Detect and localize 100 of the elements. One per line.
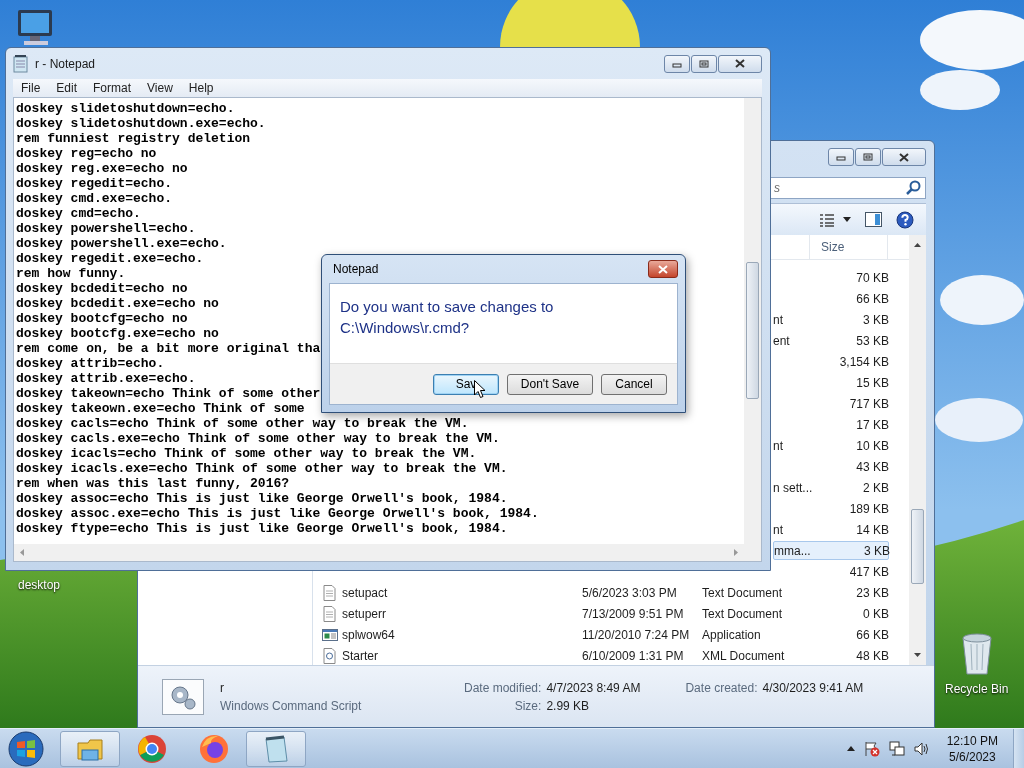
preview-pane-icon[interactable] [865, 212, 882, 227]
file-size: 14 KB [855, 522, 889, 537]
code-line: doskey attrib.exe=echo. [16, 371, 196, 386]
minimize-button[interactable] [664, 54, 690, 73]
code-line: doskey icacls=echo Think of some other way to break the VM. [16, 446, 477, 461]
volume-icon[interactable] [913, 740, 930, 757]
menu-item[interactable]: File [13, 81, 49, 95]
menu-item[interactable]: Help [180, 81, 222, 95]
code-line: doskey bootcfg.exe=echo no [16, 326, 219, 341]
file-type: Windows Command Script [220, 698, 363, 713]
code-line: doskey cmd.exe=echo. [16, 191, 173, 206]
detail-value: 2.99 KB [546, 698, 591, 713]
code-line: doskey icacls.exe=echo Think of some other way to break the VM. [16, 461, 508, 476]
scrollbar-thumb[interactable] [746, 262, 759, 399]
file-name: r [220, 680, 225, 695]
code-line: doskey assoc.exe=echo This is just like George Orwell's book, 1984. [16, 506, 539, 521]
detail-label: Date created: [685, 680, 758, 695]
clock-time: 12:10 PM [946, 732, 998, 749]
menu-item[interactable]: View [139, 81, 181, 95]
horizontal-scrollbar[interactable] [14, 544, 744, 561]
minimize-button[interactable] [828, 148, 854, 166]
scroll-down-icon[interactable] [914, 653, 921, 657]
selected-file-row[interactable]: mma... 3 KB [773, 541, 889, 560]
code-line: doskey takeown=echo Think of some other [16, 386, 321, 401]
close-button[interactable] [648, 260, 678, 278]
file-size: 48 KB [855, 648, 889, 663]
file-size: 66 KB [855, 627, 889, 642]
detail-value: 4/7/2023 8:49 AM [546, 680, 641, 695]
file-name: Starter [342, 648, 378, 663]
search-field[interactable]: s [770, 177, 926, 199]
notepad-taskbar-button[interactable] [246, 730, 306, 767]
file-size: 70 KB [855, 270, 889, 285]
column-header[interactable]: Size [809, 235, 888, 259]
close-button[interactable] [718, 54, 762, 73]
date-modified: 5/6/2023 3:03 PM [582, 585, 678, 600]
code-line: doskey slidetoshutdown.exe=echo. [16, 116, 266, 131]
network-icon[interactable] [888, 740, 905, 757]
file-type: nt [773, 438, 784, 453]
vertical-scrollbar[interactable] [909, 235, 926, 665]
code-line: doskey regedit=echo. [16, 176, 173, 191]
code-line: doskey reg.exe=echo no [16, 161, 188, 176]
maximize-button[interactable] [855, 148, 881, 166]
scroll-left-icon[interactable] [20, 549, 24, 556]
show-hidden-icons-caret[interactable] [846, 746, 855, 751]
close-icon [734, 59, 746, 68]
firefox-icon [198, 732, 230, 765]
code-line: doskey bcdedit=echo no [16, 281, 188, 296]
file-size: 717 KB [848, 396, 889, 411]
code-line: doskey takeown.exe=echo Think of some [16, 401, 305, 416]
clock-date: 5/6/2023 [948, 748, 996, 765]
file-icon [322, 605, 338, 622]
action-center-flag-icon[interactable] [863, 740, 880, 757]
code-line: doskey regedit.exe=echo. [16, 251, 204, 266]
detail-value: 4/30/2023 9:41 AM [762, 680, 864, 695]
maximize-icon [863, 153, 873, 161]
view-list-icon[interactable] [819, 212, 835, 227]
file-size: 66 KB [855, 291, 889, 306]
scroll-right-icon[interactable] [734, 549, 738, 556]
file-size: 417 KB [848, 564, 889, 579]
mouse-cursor-icon [474, 380, 486, 399]
close-button[interactable] [882, 148, 926, 166]
file-type: nt [773, 312, 784, 327]
scrollbar-thumb[interactable] [911, 509, 924, 584]
file-size: 17 KB [855, 417, 889, 432]
explorer-taskbar-button[interactable] [60, 730, 120, 767]
file-name: splwow64 [342, 627, 395, 642]
vertical-scrollbar[interactable] [744, 98, 761, 544]
search-icon [906, 180, 922, 196]
clock[interactable]: 12:10 PM 5/6/2023 [946, 732, 998, 765]
code-line: doskey cacls=echo Think of some other way to break the VM. [16, 416, 469, 431]
code-line: rem how funny. [16, 266, 126, 281]
dialog-button[interactable]: Cancel [601, 373, 667, 395]
date-modified: 11/20/2010 7:24 PM [582, 627, 691, 642]
code-line: doskey ftype=echo This is just like George Orwell's book, 1984. [16, 521, 508, 536]
notepad-icon [13, 54, 29, 73]
dialog-title: Notepad [333, 262, 379, 276]
code-line: doskey assoc=echo This is just like George Orwell's book, 1984. [16, 491, 508, 506]
window-title: r - Notepad [35, 56, 97, 71]
date-modified: 7/13/2009 9:51 PM [582, 606, 685, 621]
file-size: 189 KB [848, 501, 889, 516]
maximize-button[interactable] [691, 54, 717, 73]
dropdown-caret-icon[interactable] [843, 217, 851, 222]
file-icon [322, 626, 338, 643]
code-line: doskey reg=echo no [16, 146, 157, 161]
menu-item[interactable]: Format [85, 81, 140, 95]
menu-item[interactable]: Edit [48, 81, 86, 95]
code-line: doskey slidetoshutdown=echo. [16, 101, 235, 116]
file-size: 53 KB [855, 333, 889, 348]
chrome-icon [136, 732, 168, 765]
code-line: doskey bcdedit.exe=echo no [16, 296, 219, 311]
start-button-icon[interactable] [6, 729, 46, 768]
dialog-button[interactable]: Don't Save [507, 373, 593, 395]
scroll-up-icon[interactable] [914, 243, 921, 247]
file-type: Text Document [702, 585, 784, 600]
file-size: 43 KB [855, 459, 889, 474]
file-type: n sett... [773, 480, 810, 495]
help-icon[interactable] [896, 210, 914, 229]
code-line: doskey cmd=echo. [16, 206, 141, 221]
minimize-icon [836, 153, 846, 161]
icon-label: Recycle Bin [945, 682, 1009, 696]
